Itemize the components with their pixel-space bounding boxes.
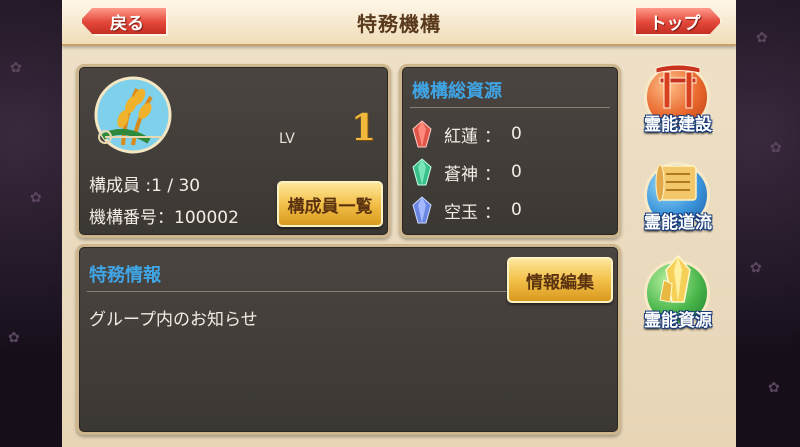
- spirit-construction-button[interactable]: 霊能建設: [636, 58, 720, 142]
- resource-row: 蒼神 ： 0: [412, 157, 522, 187]
- member-list-label: 構成員一覧: [287, 196, 373, 217]
- resource-colon: ：: [484, 164, 501, 185]
- round-button-label: 霊能建設: [644, 115, 712, 135]
- resource-value: 0: [511, 124, 522, 144]
- member-count: 構成員 :1 / 30: [89, 176, 201, 196]
- resource-name: 空玉: [444, 202, 478, 223]
- organization-panel: LV 1 構成員 :1 / 30 機構番号：100002 構成員一覧: [76, 64, 391, 238]
- rice-emblem-icon: [94, 76, 172, 154]
- resource-name: 紅蓮: [444, 126, 478, 147]
- level-value: 1: [351, 107, 377, 149]
- resource-colon: ：: [484, 202, 501, 223]
- spirit-resource-button[interactable]: 霊能資源: [636, 254, 720, 338]
- edit-info-button[interactable]: 情報編集: [507, 257, 613, 303]
- sakura-icon: ✿: [756, 30, 768, 46]
- left-decor-border: ✿ ✿ ✿: [0, 0, 62, 447]
- organization-id: 機構番号：100002: [89, 208, 239, 228]
- top-button-label: トップ: [649, 13, 701, 34]
- info-title: 特務情報: [89, 265, 161, 286]
- resources-title: 機構総資源: [412, 81, 502, 102]
- edit-info-label: 情報編集: [526, 272, 594, 293]
- sakura-icon: ✿: [750, 260, 762, 276]
- resource-row: 空玉 ： 0: [412, 195, 522, 225]
- sakura-icon: ✿: [8, 330, 20, 346]
- top-button[interactable]: トップ: [634, 6, 722, 36]
- blue-crystal-icon: [412, 196, 432, 224]
- sakura-icon: ✿: [768, 380, 780, 396]
- sakura-icon: ✿: [30, 190, 42, 206]
- info-panel: 特務情報 情報編集 グループ内のお知らせ: [76, 244, 621, 435]
- green-crystal-icon: [412, 158, 432, 186]
- divider: [410, 107, 610, 108]
- top-bar: 戻る 特務機構 トップ: [62, 0, 736, 46]
- resource-value: 0: [511, 200, 522, 220]
- resource-name: 蒼神: [444, 164, 478, 185]
- spirit-road-button[interactable]: 霊能道流: [636, 156, 720, 240]
- red-crystal-icon: [412, 120, 432, 148]
- resources-panel: 機構総資源 紅蓮 ： 0 蒼神 ： 0 空玉 ： 0: [399, 64, 621, 238]
- round-button-label: 霊能道流: [644, 213, 712, 233]
- round-button-label: 霊能資源: [644, 311, 712, 331]
- resource-row: 紅蓮 ： 0: [412, 119, 522, 149]
- resource-value: 0: [511, 162, 522, 182]
- torii-gate-icon: [655, 64, 701, 109]
- main-stage: 戻る 特務機構 トップ LV 1 構成員 :1 / 30 機構番号：100002…: [62, 0, 736, 447]
- level-label: LV: [279, 131, 295, 147]
- resource-colon: ：: [484, 126, 501, 147]
- scroll-icon: [655, 164, 697, 202]
- right-decor-border: ✿ ✿ ✿ ✿: [736, 0, 800, 447]
- divider: [87, 291, 507, 292]
- member-list-button[interactable]: 構成員一覧: [277, 181, 383, 227]
- crystal-icon: [659, 254, 691, 303]
- sakura-icon: ✿: [770, 140, 782, 156]
- sakura-icon: ✿: [10, 60, 22, 76]
- notice-text: グループ内のお知らせ: [89, 310, 258, 330]
